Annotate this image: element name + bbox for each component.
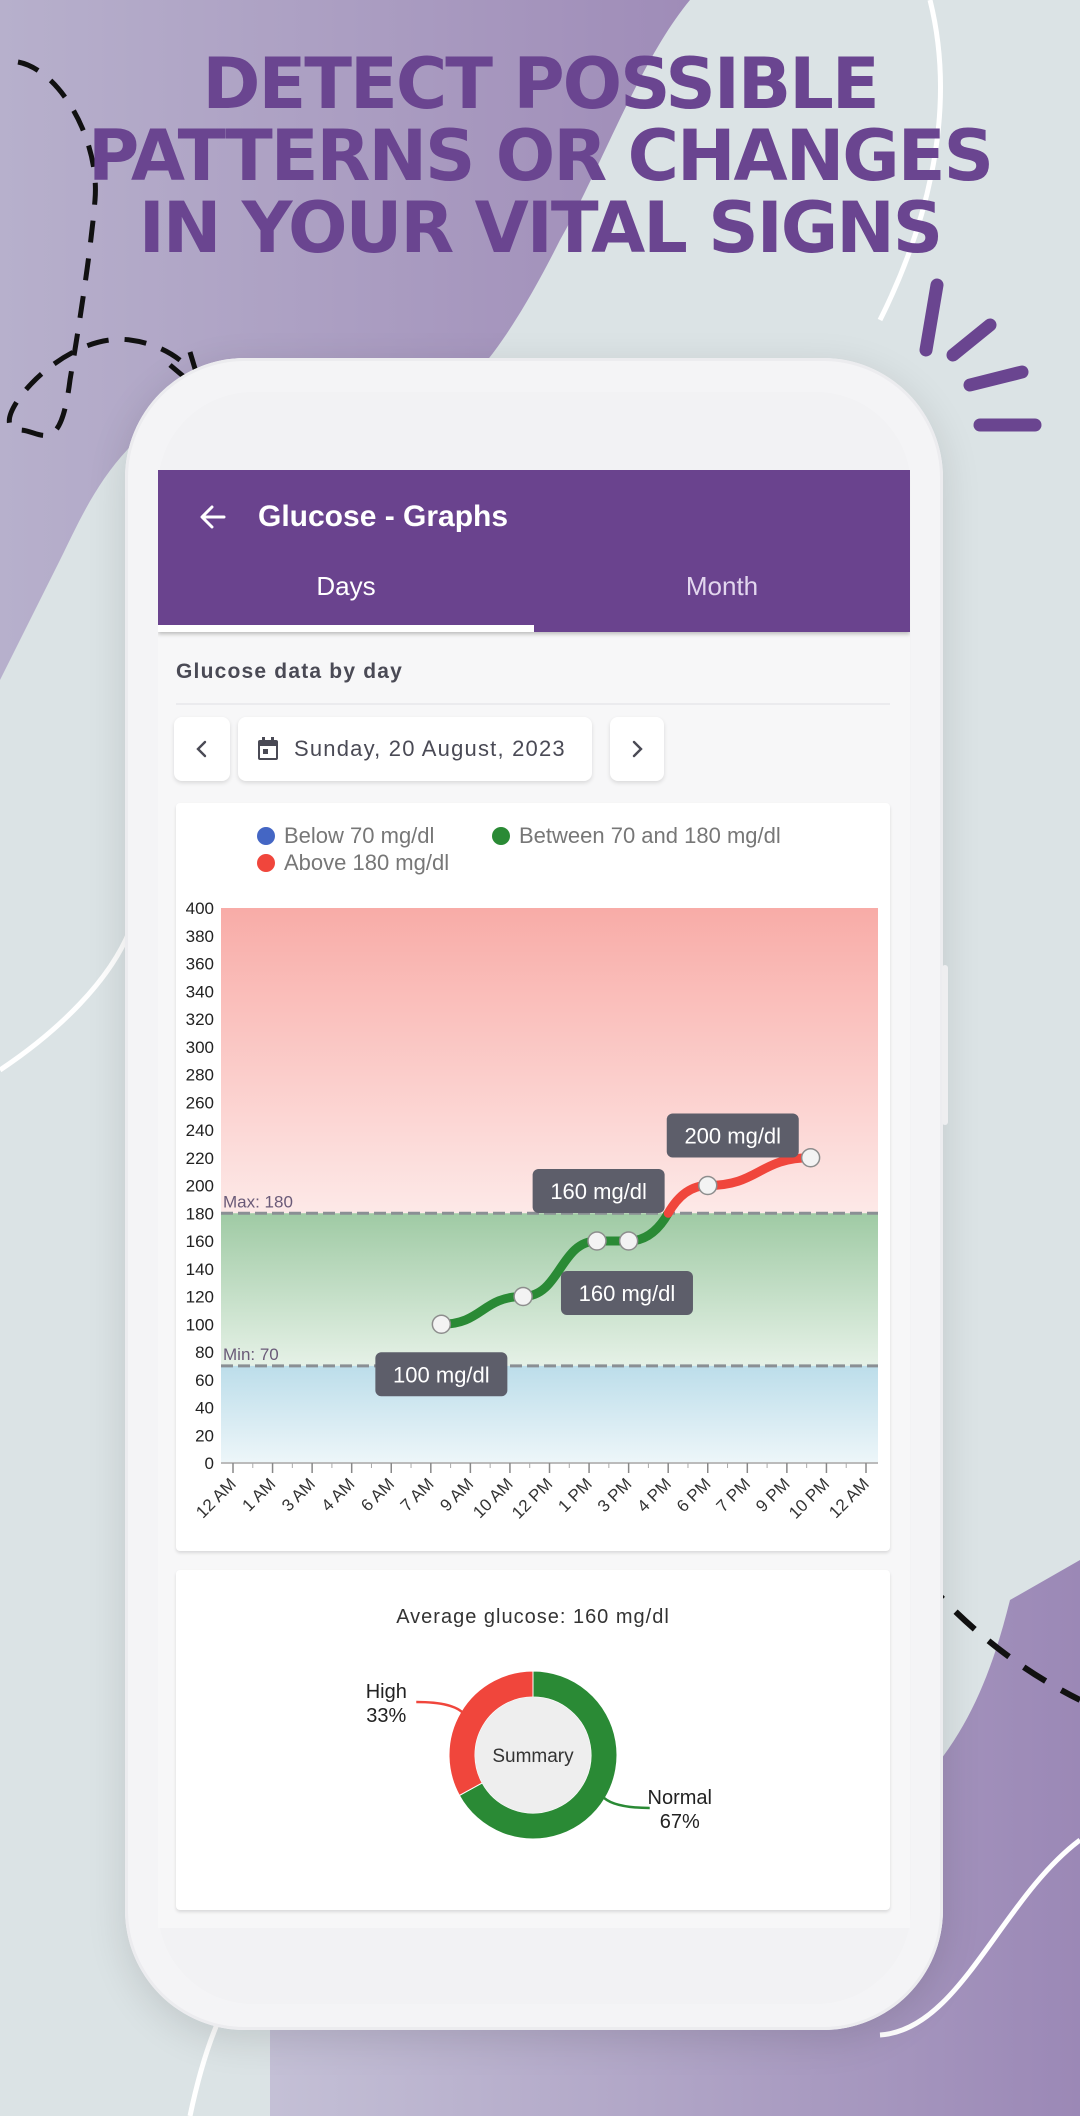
donut-label-normal: Normal xyxy=(648,1787,712,1809)
glucose-line-chart: Below 70 mg/dl Between 70 and 180 mg/dl Ab… xyxy=(186,823,878,1523)
y-tick-label: 160 xyxy=(186,1232,214,1251)
x-tick-label: 12 AM xyxy=(825,1474,873,1522)
previous-day-button[interactable] xyxy=(174,717,230,781)
headline-line-3: IN YOUR VITAL SIGNS xyxy=(138,187,943,269)
data-point-5 xyxy=(800,1148,821,1168)
threshold-label-70: Min: 70 xyxy=(223,1345,279,1364)
legend-marker-2 xyxy=(257,854,275,872)
headline: DETECT POSSIBLE PATTERNS OR CHANGES IN Y… xyxy=(0,48,1080,264)
y-tick-label: 0 xyxy=(205,1454,214,1473)
app-bar: Glucose - Graphs Days Month xyxy=(158,470,910,632)
y-tick-label: 140 xyxy=(186,1260,214,1279)
x-tick-label: 3 PM xyxy=(594,1474,635,1515)
y-tick-label: 340 xyxy=(186,982,214,1001)
section-title: Glucose data by day xyxy=(176,660,404,683)
y-tick-label: 360 xyxy=(186,955,214,974)
legend-label-2: Above 180 mg/dl xyxy=(284,850,449,875)
tooltip-label-0: 100 mg/dl xyxy=(393,1362,490,1387)
y-tick-label: 260 xyxy=(186,1093,214,1112)
x-tick-label: 10 AM xyxy=(469,1474,517,1522)
y-tick-label: 200 xyxy=(186,1177,214,1196)
donut-leader-high xyxy=(416,1700,466,1716)
donut-percent-normal: 67% xyxy=(660,1811,700,1833)
date-label: Sunday, 20 August, 2023 xyxy=(294,736,566,761)
y-tick-label: 380 xyxy=(186,927,214,946)
active-tab-indicator xyxy=(158,625,534,632)
legend-label-0: Below 70 mg/dl xyxy=(284,823,434,848)
tooltip-label-3: 200 mg/dl xyxy=(684,1124,781,1149)
range-band-180-400 xyxy=(221,908,878,1214)
summary-donut-chart: Summary Normal67% High33% xyxy=(366,1670,712,1840)
data-point-0 xyxy=(431,1314,452,1334)
x-tick-label: 12 AM xyxy=(192,1474,240,1522)
y-tick-label: 80 xyxy=(195,1343,214,1362)
y-tick-label: 20 xyxy=(195,1426,214,1445)
x-tick-label: 4 AM xyxy=(318,1474,359,1515)
legend-marker-1 xyxy=(492,827,510,845)
donut-percent-high: 33% xyxy=(366,1705,406,1727)
calendar-icon xyxy=(258,737,278,760)
y-tick-label: 120 xyxy=(186,1288,214,1307)
donut-label-high: High xyxy=(366,1681,407,1703)
divider xyxy=(176,703,890,705)
y-tick-label: 100 xyxy=(186,1315,214,1334)
tab-days[interactable]: Days xyxy=(158,560,534,632)
x-tick-label: 6 AM xyxy=(357,1474,398,1515)
data-point-3 xyxy=(618,1231,639,1251)
y-tick-label: 240 xyxy=(186,1121,214,1140)
legend-marker-0 xyxy=(257,827,275,845)
tooltip-label-2: 160 mg/dl xyxy=(579,1281,676,1306)
donut-leader-normal xyxy=(600,1794,650,1810)
y-tick-label: 280 xyxy=(186,1066,214,1085)
range-band-0-70 xyxy=(221,1365,878,1463)
back-button[interactable] xyxy=(188,492,238,542)
summary-card: Average glucose: 160 mg/dl Summary Normal… xyxy=(176,1570,890,1910)
headline-line-2: PATTERNS OR CHANGES xyxy=(88,115,994,197)
data-point-1 xyxy=(513,1286,533,1307)
arrow-left-icon xyxy=(200,505,226,529)
x-tick-label: 10 PM xyxy=(785,1474,833,1522)
y-tick-label: 60 xyxy=(195,1371,214,1390)
next-day-button[interactable] xyxy=(610,717,664,781)
y-tick-label: 220 xyxy=(186,1149,214,1168)
chevron-right-icon xyxy=(632,740,643,758)
y-tick-label: 300 xyxy=(186,1038,214,1057)
page-title: Glucose - Graphs xyxy=(258,500,509,533)
y-tick-label: 400 xyxy=(186,899,214,918)
x-tick-label: 6 PM xyxy=(673,1474,714,1515)
phone-side-button xyxy=(942,965,948,1125)
x-tick-label: 7 PM xyxy=(713,1474,754,1515)
chevron-left-icon xyxy=(196,740,207,758)
y-tick-label: 320 xyxy=(186,1010,214,1029)
donut-center-label: Summary xyxy=(492,1746,574,1767)
x-tick-label: 1 AM xyxy=(239,1474,280,1515)
x-tick-label: 4 PM xyxy=(634,1474,675,1515)
x-tick-label: 12 PM xyxy=(508,1474,556,1522)
date-picker-button[interactable]: Sunday, 20 August, 2023 xyxy=(238,717,592,781)
data-point-2 xyxy=(587,1231,607,1251)
legend-label-1: Between 70 and 180 mg/dl xyxy=(519,823,781,848)
y-tick-label: 40 xyxy=(195,1399,214,1418)
x-tick-label: 7 AM xyxy=(397,1474,438,1515)
app-screen: Glucose - Graphs Days Month Glucose data… xyxy=(158,470,910,1928)
threshold-label-180: Max: 180 xyxy=(223,1192,293,1211)
y-tick-label: 180 xyxy=(186,1204,214,1223)
tab-month[interactable]: Month xyxy=(534,560,910,632)
x-tick-label: 3 AM xyxy=(278,1474,319,1515)
headline-line-1: DETECT POSSIBLE xyxy=(202,43,879,125)
glucose-line-chart-card: Below 70 mg/dl Between 70 and 180 mg/dl Ab… xyxy=(176,803,890,1551)
x-tick-label: 1 PM xyxy=(554,1474,595,1515)
data-point-4 xyxy=(698,1175,718,1196)
tooltip-label-1: 160 mg/dl xyxy=(550,1179,647,1204)
